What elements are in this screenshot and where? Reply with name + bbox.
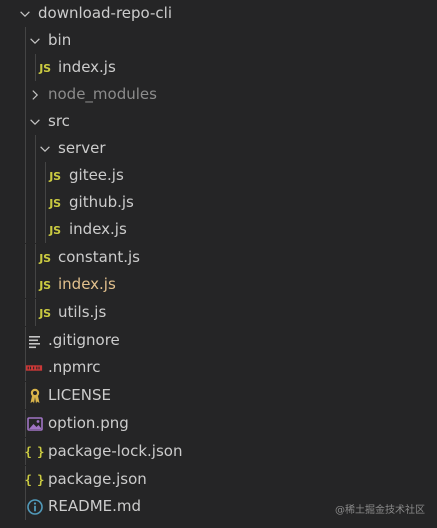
lines-icon xyxy=(29,336,40,349)
chevron-down-icon[interactable] xyxy=(18,7,32,21)
js-icon: JS xyxy=(39,61,51,75)
tree-file-license[interactable]: LICENSE xyxy=(0,382,437,409)
tree-item-label: index.js xyxy=(58,58,116,76)
tree-item-label: .gitignore xyxy=(48,331,120,349)
chevron-down-icon[interactable] xyxy=(38,142,52,156)
info-icon xyxy=(27,499,43,515)
json-icon: { } xyxy=(24,473,45,487)
tree-file-server-index-js[interactable]: JS index.js xyxy=(0,216,437,243)
tree-item-label: node_modules xyxy=(48,85,157,103)
indent-guide xyxy=(25,189,26,216)
tree-file-option-png[interactable]: option.png xyxy=(0,410,437,437)
tree-item-label: download-repo-cli xyxy=(38,4,172,22)
tree-file-constant-js[interactable]: JS constant.js xyxy=(0,244,437,271)
indent-guide xyxy=(35,216,36,243)
indent-guide xyxy=(35,189,36,216)
tree-folder-bin[interactable]: bin xyxy=(0,27,437,54)
tree-file-npmrc[interactable]: .npmrc xyxy=(0,354,437,381)
tree-item-label: LICENSE xyxy=(48,386,111,404)
indent-guide xyxy=(25,162,26,189)
tree-item-label: package-lock.json xyxy=(48,442,183,460)
tree-file-utils-js[interactable]: JS utils.js xyxy=(0,299,437,326)
indent-guide xyxy=(25,299,26,326)
tree-folder-server[interactable]: server xyxy=(0,135,437,162)
tree-file-bin-index-js[interactable]: JS index.js xyxy=(0,54,437,81)
tree-item-label: server xyxy=(58,139,106,157)
image-icon xyxy=(27,417,43,431)
tree-file-package-json[interactable]: { } package.json xyxy=(0,466,437,493)
chevron-down-icon[interactable] xyxy=(28,34,42,48)
indent-guide xyxy=(25,135,26,162)
indent-guide xyxy=(25,54,26,81)
js-icon: JS xyxy=(39,278,51,292)
tree-item-label: src xyxy=(48,112,70,130)
tree-item-label: package.json xyxy=(48,470,147,488)
tree-file-src-index-js[interactable]: JS index.js xyxy=(0,271,437,298)
tree-folder-node-modules[interactable]: node_modules xyxy=(0,81,437,108)
indent-guide xyxy=(25,108,26,135)
js-icon: JS xyxy=(49,169,61,183)
tree-folder-src[interactable]: src xyxy=(0,108,437,135)
js-icon: JS xyxy=(49,223,61,237)
tree-file-github-js[interactable]: JS github.js xyxy=(0,189,437,216)
file-explorer: download-repo-cli bin JS index.js node_m… xyxy=(0,0,437,528)
watermark: @稀土掘金技术社区 xyxy=(335,505,425,516)
tree-file-package-lock-json[interactable]: { } package-lock.json xyxy=(0,438,437,465)
npm-icon xyxy=(25,365,43,371)
indent-guide xyxy=(25,216,26,243)
tree-item-label: .npmrc xyxy=(48,358,101,376)
chevron-down-icon[interactable] xyxy=(28,115,42,129)
tree-item-label: github.js xyxy=(69,193,134,211)
chevron-right-icon[interactable] xyxy=(28,88,42,102)
tree-item-label: option.png xyxy=(48,414,129,432)
tree-file-gitee-js[interactable]: JS gitee.js xyxy=(0,162,437,189)
tree-item-label: bin xyxy=(48,31,72,49)
tree-item-label: index.js xyxy=(69,220,127,238)
indent-guide xyxy=(25,271,26,298)
indent-guide xyxy=(25,244,26,271)
js-icon: JS xyxy=(49,196,61,210)
indent-guide xyxy=(25,81,26,108)
json-icon: { } xyxy=(24,445,45,459)
tree-item-label: gitee.js xyxy=(69,166,124,184)
js-icon: JS xyxy=(39,306,51,320)
indent-guide xyxy=(25,27,26,54)
tree-item-label: utils.js xyxy=(58,303,107,321)
indent-guide xyxy=(35,162,36,189)
tree-item-label: README.md xyxy=(48,497,142,515)
tree-item-label: index.js xyxy=(58,275,116,293)
tree-file-gitignore[interactable]: .gitignore xyxy=(0,327,437,354)
license-icon xyxy=(30,388,40,404)
indent-guide xyxy=(35,135,36,162)
js-icon: JS xyxy=(39,251,51,265)
tree-folder-download-repo-cli[interactable]: download-repo-cli xyxy=(0,0,437,27)
tree-item-label: constant.js xyxy=(58,248,140,266)
